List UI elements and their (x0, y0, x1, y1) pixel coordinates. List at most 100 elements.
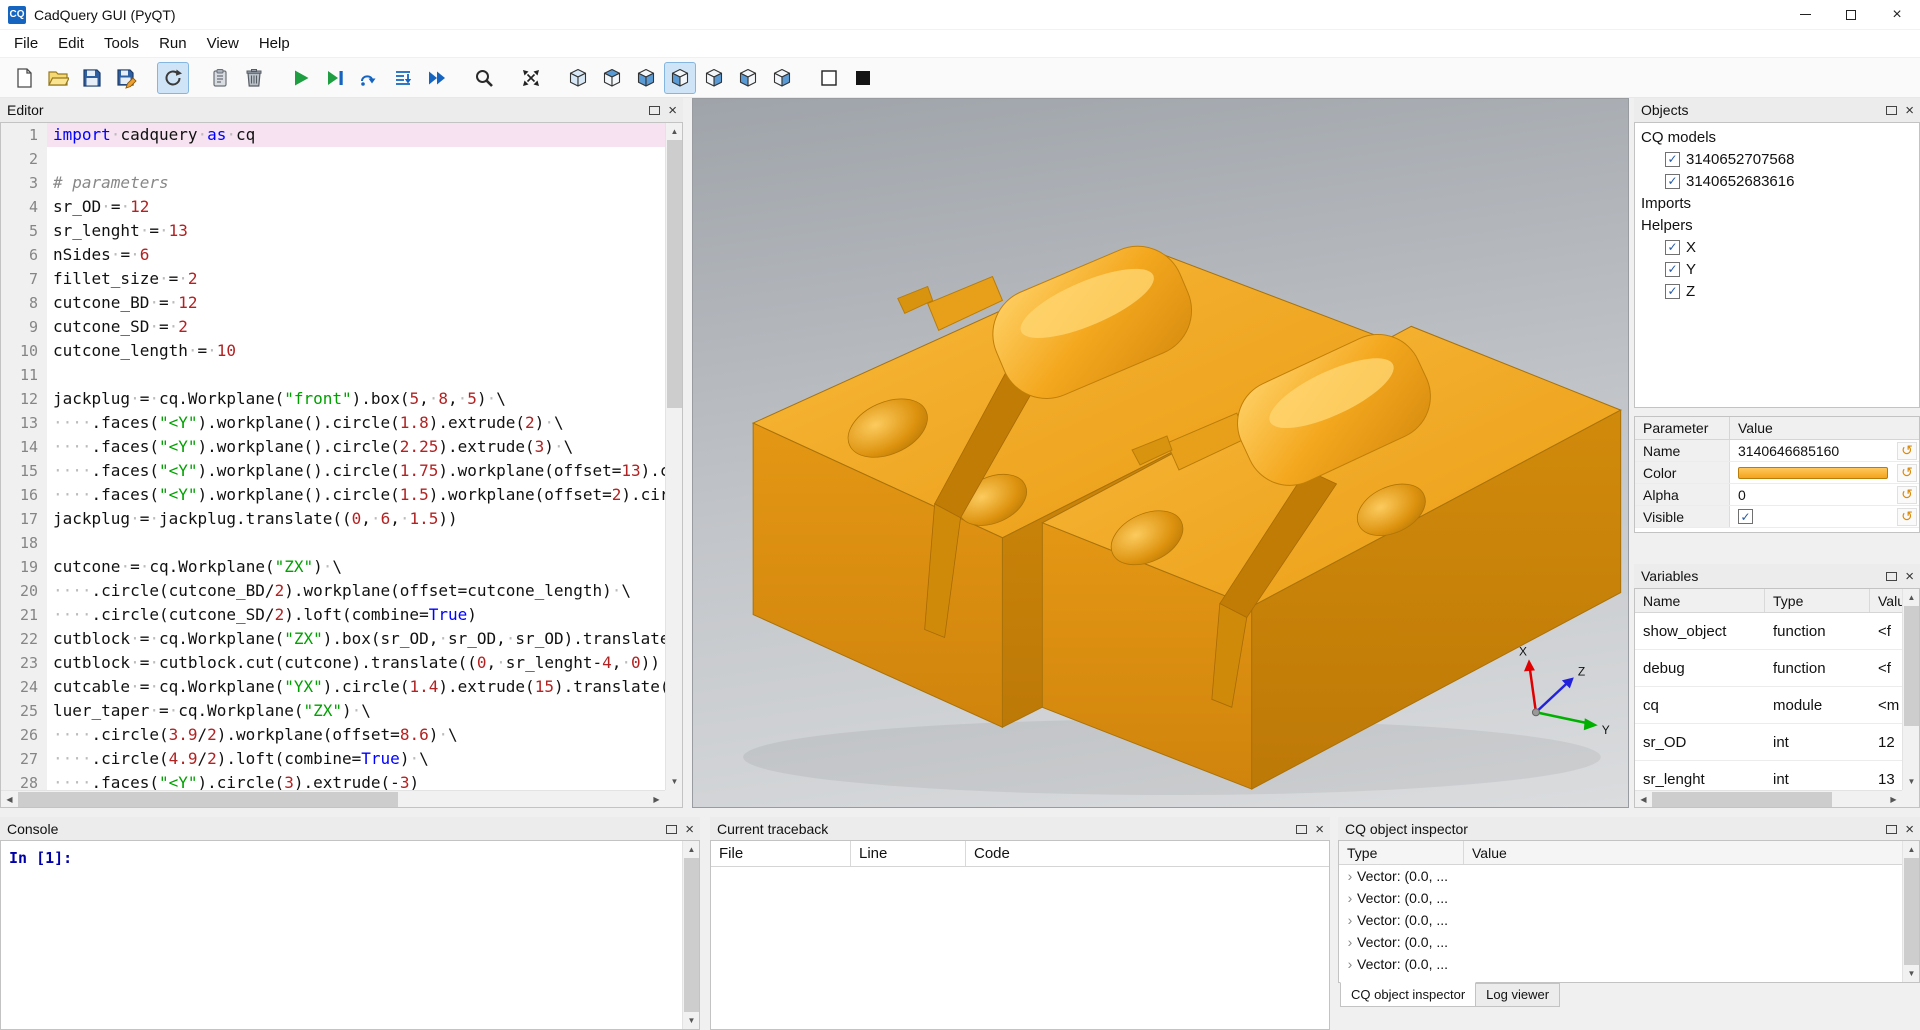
menu-edit[interactable]: Edit (48, 31, 94, 56)
scroll-thumb[interactable] (1904, 858, 1919, 965)
chevron-right-icon[interactable]: › (1343, 956, 1357, 972)
delete-button[interactable] (238, 62, 270, 94)
render-button[interactable] (285, 62, 317, 94)
continue-button[interactable] (421, 62, 453, 94)
tree-item[interactable]: ✓3140652707568 (1635, 148, 1919, 170)
debug-button[interactable] (319, 62, 351, 94)
editor-hscrollbar[interactable]: ◀ ▶ (1, 790, 665, 807)
traceback-float-icon[interactable] (1296, 825, 1307, 834)
zoom-button[interactable] (468, 62, 500, 94)
3d-viewport[interactable]: X Z Y (692, 98, 1629, 808)
bottom-view-button[interactable] (630, 62, 662, 94)
variable-row[interactable]: show_objectfunction<f (1635, 613, 1902, 650)
tree-item[interactable]: ✓3140652683616 (1635, 170, 1919, 192)
visible-checkbox[interactable]: ✓ (1738, 509, 1753, 524)
minimize-button[interactable] (1782, 0, 1828, 30)
code-area[interactable]: 1import·cadquery·as·cq23# parameters4sr_… (1, 123, 665, 790)
close-button[interactable]: × (1874, 0, 1920, 30)
inspector-header-type[interactable]: Type (1339, 841, 1464, 864)
inspector-row[interactable]: ›Vector: (0.0, ... (1339, 887, 1902, 909)
tree-item[interactable]: Imports (1635, 192, 1919, 214)
inspector-row[interactable]: ›Vector: (0.0, ... (1339, 931, 1902, 953)
menu-view[interactable]: View (197, 31, 249, 56)
objects-close-icon[interactable]: × (1905, 103, 1914, 118)
scroll-left-arrow[interactable]: ◀ (1635, 791, 1652, 808)
checkbox[interactable]: ✓ (1665, 240, 1680, 255)
variable-row[interactable]: cqmodule<m (1635, 687, 1902, 724)
traceback-header-file[interactable]: File (711, 841, 851, 866)
scroll-thumb[interactable] (18, 792, 398, 807)
traceback-close-icon[interactable]: × (1315, 822, 1324, 837)
step-button[interactable] (353, 62, 385, 94)
front-view-button[interactable] (664, 62, 696, 94)
variables-hscrollbar[interactable]: ◀ ▶ (1635, 790, 1902, 807)
variables-vscrollbar[interactable]: ▲ ▼ (1902, 589, 1919, 790)
variables-header-name[interactable]: Name (1635, 589, 1765, 612)
traceback-header-line[interactable]: Line (851, 841, 966, 866)
scroll-left-arrow[interactable]: ◀ (1, 791, 18, 808)
shaded-button[interactable] (847, 62, 879, 94)
scroll-thumb[interactable] (1652, 792, 1832, 807)
chevron-right-icon[interactable]: › (1343, 868, 1357, 884)
tree-item[interactable]: ✓Z (1635, 280, 1919, 302)
properties-header-parameter[interactable]: Parameter (1635, 417, 1730, 439)
scroll-up-arrow[interactable]: ▲ (683, 841, 700, 858)
reset-icon[interactable]: ↺ (1897, 486, 1917, 504)
scroll-thumb[interactable] (667, 140, 682, 408)
new-file-button[interactable] (8, 62, 40, 94)
checkbox[interactable]: ✓ (1665, 262, 1680, 277)
variables-header-value[interactable]: Value (1870, 589, 1902, 612)
tab-log-viewer[interactable]: Log viewer (1475, 983, 1560, 1007)
chevron-right-icon[interactable]: › (1343, 890, 1357, 906)
scroll-down-arrow[interactable]: ▼ (1903, 773, 1920, 790)
reset-icon[interactable]: ↺ (1897, 464, 1917, 482)
tab-cq-object-inspector[interactable]: CQ object inspector (1340, 982, 1476, 1007)
variables-close-icon[interactable]: × (1905, 569, 1914, 584)
variables-float-icon[interactable] (1886, 572, 1897, 581)
inspector-header-value[interactable]: Value (1464, 841, 1902, 864)
tree-item[interactable]: ✓X (1635, 236, 1919, 258)
right-view-button[interactable] (766, 62, 798, 94)
inspector-close-icon[interactable]: × (1905, 822, 1914, 837)
checkbox[interactable]: ✓ (1665, 284, 1680, 299)
wireframe-button[interactable] (813, 62, 845, 94)
autoreload-button[interactable] (157, 62, 189, 94)
editor-close-icon[interactable]: × (668, 103, 677, 118)
menu-help[interactable]: Help (249, 31, 300, 56)
traceback-header-code[interactable]: Code (966, 841, 1329, 866)
properties-header-value[interactable]: Value (1730, 420, 1773, 436)
menu-run[interactable]: Run (149, 31, 197, 56)
left-view-button[interactable] (732, 62, 764, 94)
checkbox[interactable]: ✓ (1665, 174, 1680, 189)
menu-file[interactable]: File (4, 31, 48, 56)
tree-item[interactable]: ✓Y (1635, 258, 1919, 280)
inspector-float-icon[interactable] (1886, 825, 1897, 834)
inspector-row[interactable]: ›Vector: (0.0, ... (1339, 953, 1902, 975)
menu-tools[interactable]: Tools (94, 31, 149, 56)
console-float-icon[interactable] (666, 825, 677, 834)
chevron-right-icon[interactable]: › (1343, 912, 1357, 928)
scroll-up-arrow[interactable]: ▲ (1903, 841, 1920, 858)
console-vscrollbar[interactable]: ▲ ▼ (682, 841, 699, 1029)
scroll-down-arrow[interactable]: ▼ (666, 773, 683, 790)
console-area[interactable]: In [1]: ▲ ▼ (0, 840, 700, 1030)
scroll-thumb[interactable] (684, 858, 699, 1012)
clear-console-button[interactable] (204, 62, 236, 94)
save-as-button[interactable] (110, 62, 142, 94)
variable-row[interactable]: sr_ODint12 (1635, 724, 1902, 761)
scroll-up-arrow[interactable]: ▲ (666, 123, 683, 140)
scroll-right-arrow[interactable]: ▶ (648, 791, 665, 808)
objects-float-icon[interactable] (1886, 106, 1897, 115)
color-swatch[interactable] (1738, 467, 1888, 479)
code-editor[interactable]: 1import·cadquery·as·cq23# parameters4sr_… (0, 122, 683, 808)
open-file-button[interactable] (42, 62, 74, 94)
top-view-button[interactable] (596, 62, 628, 94)
maximize-button[interactable] (1828, 0, 1874, 30)
scroll-down-arrow[interactable]: ▼ (1903, 965, 1920, 982)
scroll-thumb[interactable] (1904, 606, 1919, 726)
inspector-row[interactable]: ›Vector: (0.0, ... (1339, 865, 1902, 887)
inspector-vscrollbar[interactable]: ▲ ▼ (1902, 841, 1919, 982)
editor-vscrollbar[interactable]: ▲ ▼ (665, 123, 682, 790)
variables-header-type[interactable]: Type (1765, 589, 1870, 612)
console-close-icon[interactable]: × (685, 822, 694, 837)
